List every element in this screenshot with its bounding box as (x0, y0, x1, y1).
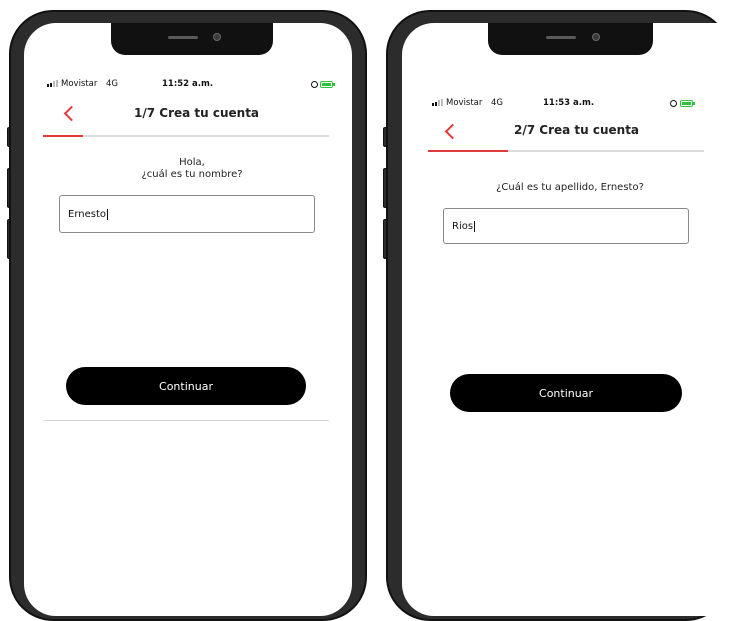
progress-bar-fill (43, 135, 84, 137)
text-caret (474, 220, 476, 232)
notch (111, 23, 273, 55)
phone-screen-1: Movistar 4G 11:52 a.m. 1/7 Crea tu cuent… (24, 23, 352, 616)
keyboard-divider (43, 420, 329, 421)
front-camera-icon (213, 33, 221, 41)
last-name-input[interactable]: Rios (443, 208, 689, 244)
network-type: 4G (491, 98, 503, 108)
speaker-grille (168, 36, 198, 39)
notch (488, 23, 653, 55)
phone-frame-1: Movistar 4G 11:52 a.m. 1/7 Crea tu cuent… (9, 10, 367, 621)
page-title: 1/7 Crea tu cuenta (134, 106, 260, 120)
orientation-lock-icon (670, 100, 677, 107)
battery-charging-icon (680, 100, 695, 107)
progress-bar (428, 150, 704, 152)
continue-button[interactable]: Continuar (450, 374, 682, 412)
continue-button[interactable]: Continuar (66, 367, 306, 405)
network-type: 4G (106, 79, 118, 89)
status-time: 11:52 a.m. (162, 79, 214, 89)
speaker-grille (546, 36, 576, 39)
page-title: 2/7 Crea tu cuenta (514, 123, 640, 137)
back-chevron-icon[interactable] (444, 123, 461, 140)
phone-screen-2: Movistar 4G 11:53 a.m. 2/7 Crea tu cuent… (402, 23, 730, 616)
carrier-name: Movistar (61, 79, 98, 89)
first-name-value: Ernesto (68, 208, 106, 220)
last-name-value: Rios (452, 220, 474, 232)
carrier-name: Movistar (446, 98, 483, 108)
question-greeting: Hola, (179, 157, 205, 168)
text-caret (107, 208, 108, 220)
question-text: ¿cuál es tu nombre? (141, 169, 243, 180)
signal-strength-icon (47, 80, 58, 87)
back-chevron-icon[interactable] (63, 105, 80, 122)
phone-frame-2: Movistar 4G 11:53 a.m. 2/7 Crea tu cuent… (386, 10, 730, 621)
status-time: 11:53 a.m. (543, 98, 595, 108)
progress-bar-fill (428, 150, 509, 152)
name-question: Hola, ¿cuál es tu nombre? (84, 157, 300, 181)
continue-button-label: Continuar (159, 379, 213, 393)
surname-question: ¿Cuál es tu apellido, Ernesto? (496, 182, 644, 193)
front-camera-icon (592, 33, 600, 41)
progress-bar (43, 135, 329, 137)
orientation-lock-icon (311, 81, 318, 88)
signal-strength-icon (432, 99, 443, 106)
continue-button-label: Continuar (539, 386, 593, 400)
battery-charging-icon (320, 81, 335, 88)
first-name-input[interactable]: Ernesto (59, 195, 315, 233)
